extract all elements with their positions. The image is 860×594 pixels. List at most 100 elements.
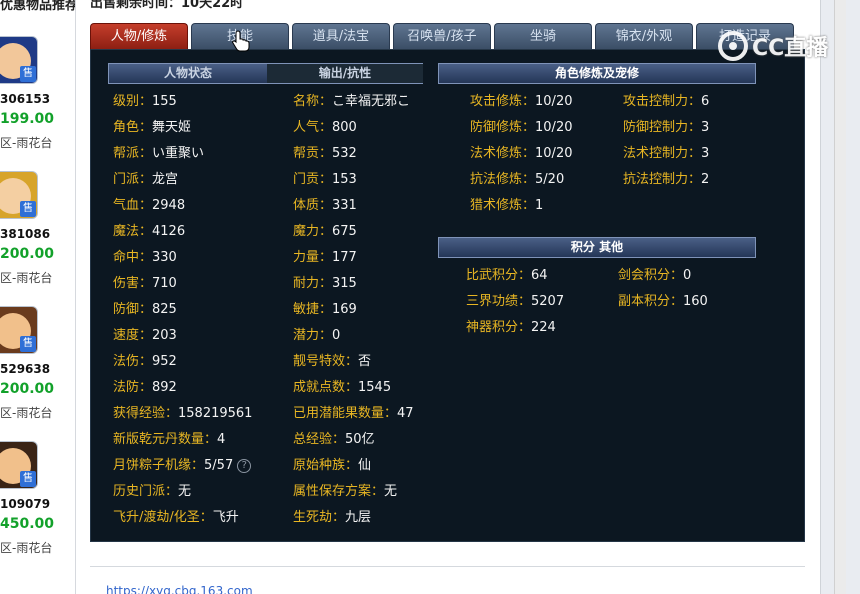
recommend-item[interactable]: 售 109079 450.00 区-雨花台 [0,441,75,576]
status-row-value: 532 [332,146,357,161]
status-row-label: 总经验： [293,432,346,447]
status-row: 气血：2948 [113,198,185,214]
sale-countdown: 出售剩余时间：10天22时 [90,0,244,11]
cultivation-row: 猎术修炼：1 [470,198,543,214]
item-price: 200.00 [0,381,55,397]
status-row-label: 名称： [293,94,333,109]
points-row: 剑会积分：0 [618,268,691,284]
status-row-value: 0 [332,328,341,343]
status-row-label: 法伤： [113,354,153,369]
tab-2[interactable]: 道具/法宝 [292,23,390,49]
bottom-link[interactable]: https://xyq.cbg.163.com [106,584,253,594]
status-row-label: 气血： [113,198,153,213]
status-row-value: 800 [332,120,357,135]
tab-3[interactable]: 召唤兽/孩子 [393,23,491,49]
control-row-value: 3 [701,120,710,135]
status-row-label: 属性保存方案： [293,484,385,499]
status-row-label: 敏捷： [293,302,333,317]
avatar[interactable]: 售 [0,36,38,84]
status-row-label: 历史门派： [113,484,179,499]
tab-0[interactable]: 人物/修炼 [90,23,188,49]
recommend-item[interactable]: 售 529638 200.00 区-雨花台 [0,306,75,441]
status-row-value: 331 [332,198,357,213]
recommend-item[interactable]: 售 306153 199.00 区-雨花台 [0,36,75,171]
avatar[interactable]: 售 [0,171,38,219]
tab-output-resist[interactable]: 输出/抗性 [267,64,423,83]
points-row: 比武积分：64 [466,268,548,284]
hand-cursor-icon [232,30,250,52]
tab-4[interactable]: 坐骑 [494,23,592,49]
status-row-value: 九层 [345,510,372,525]
status-row: 伤害：710 [113,276,177,292]
status-row: 成就点数：1545 [293,380,391,396]
status-row-value: 675 [332,224,357,239]
cultivation-row-label: 猎术修炼： [470,198,536,213]
recommend-item[interactable]: 售 381086 200.00 区-雨花台 [0,171,75,306]
bottom-divider [90,566,805,567]
status-row-label: 原始种族： [293,458,359,473]
help-icon[interactable]: ? [237,458,252,473]
status-row-value: 无 [384,484,398,499]
status-row-label: 门派： [113,172,153,187]
status-row: 耐力：315 [293,276,357,292]
item-price: 199.00 [0,111,55,127]
status-row-value: 169 [332,302,357,317]
status-row: 飞升/渡劫/化圣：飞升 [113,510,239,526]
control-row: 抗法控制力：2 [623,172,709,188]
status-row-value: い重聚い [152,146,205,161]
status-row: 生死劫：九层 [293,510,371,526]
control-row-label: 法术控制力： [623,146,702,161]
points-row-label: 三界功绩： [466,294,532,309]
status-row: 原始种族：仙 [293,458,371,474]
recommend-sidebar: 优惠物品推荐 售 306153 199.00 区-雨花台售 381086 200.00 区-… [0,0,76,594]
status-row-label: 速度： [113,328,153,343]
points-row-value: 160 [683,294,708,309]
status-row-value: 否 [358,354,372,369]
sale-badge: 售 [20,201,36,217]
item-id: 109079 [0,497,51,511]
status-row-label: 潜力： [293,328,333,343]
item-price: 200.00 [0,246,55,262]
status-row: 魔力：675 [293,224,357,240]
status-row: 法伤：952 [113,354,177,370]
status-row-value: 952 [152,354,177,369]
status-row-label: 成就点数： [293,380,359,395]
status-row-value: 仙 [358,458,372,473]
control-row: 防御控制力：3 [623,120,709,136]
cultivation-row-label: 攻击修炼： [470,94,536,109]
status-row: 名称：こ幸福无邪こ [293,94,410,110]
status-row: 帮派：い重聚い [113,146,204,162]
status-row-value: 710 [152,276,177,291]
control-row: 法术控制力：3 [623,146,709,162]
points-row: 神器积分：224 [466,320,556,336]
status-row-value: 153 [332,172,357,187]
cultivation-row: 防御修炼：10/20 [470,120,572,136]
status-row-value: 47 [397,406,414,421]
item-server: 区-雨花台 [0,541,53,555]
control-row: 攻击控制力：6 [623,94,709,110]
scrollbar[interactable] [834,0,846,594]
status-row-value: 177 [332,250,357,265]
avatar[interactable]: 售 [0,441,38,489]
status-row: 靓号特效：否 [293,354,371,370]
status-row: 魔法：4126 [113,224,185,240]
status-row-label: 力量： [293,250,333,265]
status-row-value: 155 [152,94,177,109]
tab-5[interactable]: 锦衣/外观 [595,23,693,49]
sale-badge: 售 [20,66,36,82]
status-row: 力量：177 [293,250,357,266]
points-row-label: 剑会积分： [618,268,684,283]
status-row-label: 体质： [293,198,333,213]
cc-logo-icon [718,31,748,61]
cultivation-row-value: 10/20 [535,120,573,135]
status-row-label: 新版乾元丹数量： [113,432,218,447]
item-id: 381086 [0,227,51,241]
status-row: 速度：203 [113,328,177,344]
tab-bar: 人物/修炼技能道具/法宝召唤兽/孩子坐骑锦衣/外观打造记录 [90,23,794,49]
status-row: 月饼粽子机缘：5/57? [113,458,252,474]
control-row-label: 攻击控制力： [623,94,702,109]
avatar[interactable]: 售 [0,306,38,354]
status-row-value: 4 [217,432,226,447]
tab-status[interactable]: 人物状态 [109,64,267,83]
status-row-value: 4126 [152,224,186,239]
